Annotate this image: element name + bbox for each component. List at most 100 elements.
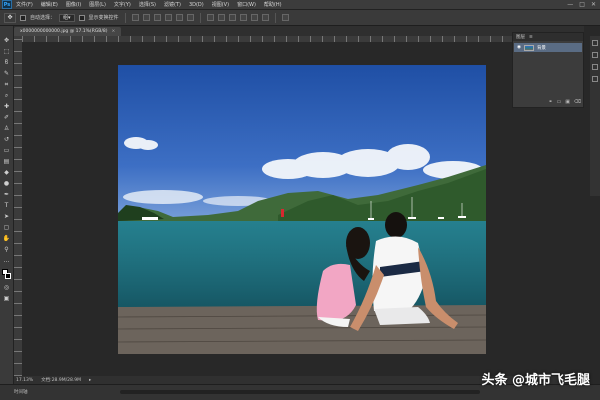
watermark: 头条 @城市飞毛腿 xyxy=(481,373,590,388)
blur-tool-icon[interactable]: ◆ xyxy=(2,168,12,177)
link-icon[interactable]: ⚭ xyxy=(548,99,552,105)
show-transform-label: 显示变换控件 xyxy=(88,15,119,21)
distribute-bottom-icon[interactable] xyxy=(228,14,236,21)
menu-edit[interactable]: 编辑(E) xyxy=(41,1,58,8)
healing-brush-tool-icon[interactable]: ✚ xyxy=(2,102,12,111)
menu-help[interactable]: 帮助(H) xyxy=(264,1,282,8)
menu-filter[interactable]: 滤镜(T) xyxy=(164,1,181,8)
toolbox: ✥ ⬚ ϐ ✎ ⌗ ⌕ ✚ ✐ ♙ ↺ ▭ ▤ ◆ ● ✒ T ➤ ▢ ✋ ⚲ … xyxy=(0,26,14,386)
divider xyxy=(124,12,126,23)
layers-panel: 图层 ≡ ◉ 背景 ⚭ ▭ ▣ ⌫ xyxy=(512,32,584,108)
history-brush-tool-icon[interactable]: ↺ xyxy=(2,135,12,144)
layers-panel-footer: ⚭ ▭ ▣ ⌫ xyxy=(548,99,581,105)
dodge-tool-icon[interactable]: ● xyxy=(2,179,12,188)
brush-tool-icon[interactable]: ✐ xyxy=(2,113,12,122)
quick-mask-icon[interactable]: ◎ xyxy=(2,283,12,292)
distribute-top-icon[interactable] xyxy=(206,14,214,21)
photo-illustration xyxy=(118,137,486,354)
menu-layer[interactable]: 图层(L) xyxy=(89,1,106,8)
history-panel-icon[interactable] xyxy=(592,40,598,46)
properties-panel-icon[interactable] xyxy=(592,52,598,58)
more-tools-icon[interactable]: … xyxy=(2,256,12,265)
move-tool-icon[interactable]: ✥ xyxy=(2,36,12,45)
eraser-tool-icon[interactable]: ▭ xyxy=(2,146,12,155)
gradient-tool-icon[interactable]: ▤ xyxy=(2,157,12,166)
eye-icon[interactable]: ◉ xyxy=(517,45,521,50)
align-top-icon[interactable] xyxy=(131,14,139,21)
path-select-tool-icon[interactable]: ➤ xyxy=(2,212,12,221)
window-controls: — □ ✕ xyxy=(567,1,596,8)
chevron-right-icon[interactable]: ▸ xyxy=(89,378,91,383)
pen-tool-icon[interactable]: ✒ xyxy=(2,190,12,199)
menu-view[interactable]: 视图(V) xyxy=(212,1,229,8)
crop-tool-icon[interactable]: ⌗ xyxy=(2,80,12,89)
distribute-hcenter-icon[interactable] xyxy=(250,14,258,21)
layer-name: 背景 xyxy=(536,45,546,51)
auto-align-icon[interactable] xyxy=(281,14,289,21)
background-color-swatch[interactable] xyxy=(4,273,11,279)
menu-image[interactable]: 图像(I) xyxy=(66,1,81,8)
distribute-right-icon[interactable] xyxy=(261,14,269,21)
align-left-icon[interactable] xyxy=(164,14,172,21)
adjustments-panel-icon[interactable] xyxy=(592,64,598,70)
document-tab[interactable]: x0000000000000.jpg @ 17.1%(RGB/8) × xyxy=(14,27,122,36)
align-right-icon[interactable] xyxy=(186,14,194,21)
close-icon[interactable]: × xyxy=(112,29,116,34)
marquee-tool-icon[interactable]: ⬚ xyxy=(2,47,12,56)
shape-tool-icon[interactable]: ▢ xyxy=(2,223,12,232)
minimize-button[interactable]: — xyxy=(567,1,573,8)
move-tool-preset[interactable]: ✥ xyxy=(4,12,16,23)
app-logo: Ps xyxy=(2,0,12,9)
menu-bar: Ps 文件(F) 编辑(E) 图像(I) 图层(L) 文字(Y) 选择(S) 滤… xyxy=(0,0,600,10)
photoshop-window: Ps 文件(F) 编辑(E) 图像(I) 图层(L) 文字(Y) 选择(S) 滤… xyxy=(0,0,600,400)
swatches-panel-icon[interactable] xyxy=(592,76,598,82)
zoom-tool-icon[interactable]: ⚲ xyxy=(2,245,12,254)
layer-thumbnail xyxy=(523,44,534,51)
layer-row[interactable]: ◉ 背景 xyxy=(514,43,582,52)
maximize-button[interactable]: □ xyxy=(579,1,585,8)
layers-panel-header: 图层 ≡ xyxy=(513,33,583,41)
vertical-ruler[interactable] xyxy=(14,36,22,376)
new-layer-icon[interactable]: ▣ xyxy=(565,99,570,105)
menu-3d[interactable]: 3D(D) xyxy=(189,2,204,8)
auto-select-checkbox[interactable] xyxy=(20,14,26,21)
panel-menu-icon[interactable]: ≡ xyxy=(529,35,533,40)
divider xyxy=(274,12,276,23)
document-tab-bar: x0000000000000.jpg @ 17.1%(RGB/8) × xyxy=(14,26,584,36)
timeline-tab[interactable]: 时间轴 xyxy=(14,389,28,395)
canvas-photo[interactable] xyxy=(118,65,486,354)
eyedropper-tool-icon[interactable]: ⌕ xyxy=(2,91,12,100)
options-bar: ✥ 自动选择： 组 ▾ 显示变换控件 xyxy=(0,10,600,26)
screen-mode-icon[interactable]: ▣ xyxy=(2,294,12,303)
folder-icon[interactable]: ▭ xyxy=(556,99,561,105)
lasso-tool-icon[interactable]: ϐ xyxy=(2,58,12,67)
distribute-vcenter-icon[interactable] xyxy=(217,14,225,21)
document-tab-title: x0000000000000.jpg @ 17.1%(RGB/8) xyxy=(20,29,108,34)
hand-tool-icon[interactable]: ✋ xyxy=(2,234,12,243)
document-size: 文档:28.9M/28.9M xyxy=(41,378,82,383)
close-button[interactable]: ✕ xyxy=(591,1,596,8)
chevron-down-icon: ▾ xyxy=(68,14,71,21)
trash-icon[interactable]: ⌫ xyxy=(574,99,581,105)
menu-type[interactable]: 文字(Y) xyxy=(114,1,131,8)
quick-select-tool-icon[interactable]: ✎ xyxy=(2,69,12,78)
divider xyxy=(199,12,201,23)
menu-file[interactable]: 文件(F) xyxy=(16,1,33,8)
align-vcenter-icon[interactable] xyxy=(142,14,150,21)
menu-select[interactable]: 选择(S) xyxy=(139,1,156,8)
clone-stamp-tool-icon[interactable]: ♙ xyxy=(2,124,12,133)
align-bottom-icon[interactable] xyxy=(153,14,161,21)
auto-select-label: 自动选择： xyxy=(30,15,56,21)
auto-select-dropdown[interactable]: 组 ▾ xyxy=(59,13,75,22)
layers-tab[interactable]: 图层 xyxy=(516,34,525,40)
horizontal-scrollbar[interactable] xyxy=(120,390,480,394)
menu-window[interactable]: 窗口(W) xyxy=(237,1,256,8)
show-transform-checkbox[interactable] xyxy=(78,14,85,21)
right-dock xyxy=(590,36,600,196)
distribute-left-icon[interactable] xyxy=(239,14,247,21)
zoom-level[interactable]: 17.13% xyxy=(16,378,33,383)
move-icon: ✥ xyxy=(7,14,13,21)
type-tool-icon[interactable]: T xyxy=(2,201,12,210)
align-hcenter-icon[interactable] xyxy=(175,14,183,21)
color-swatches[interactable] xyxy=(1,269,12,281)
